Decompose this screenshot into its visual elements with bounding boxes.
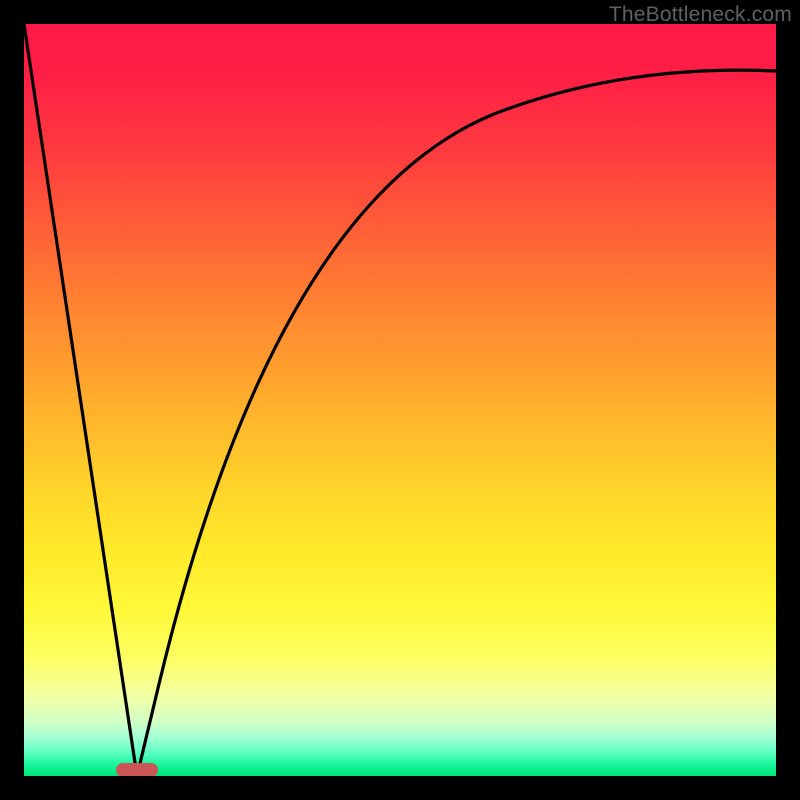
plot-area	[24, 24, 776, 776]
chart-frame: TheBottleneck.com	[0, 0, 800, 800]
v-curve	[24, 24, 776, 776]
curve-layer	[24, 24, 776, 776]
watermark-text: TheBottleneck.com	[609, 3, 792, 27]
optimum-marker	[116, 763, 158, 776]
